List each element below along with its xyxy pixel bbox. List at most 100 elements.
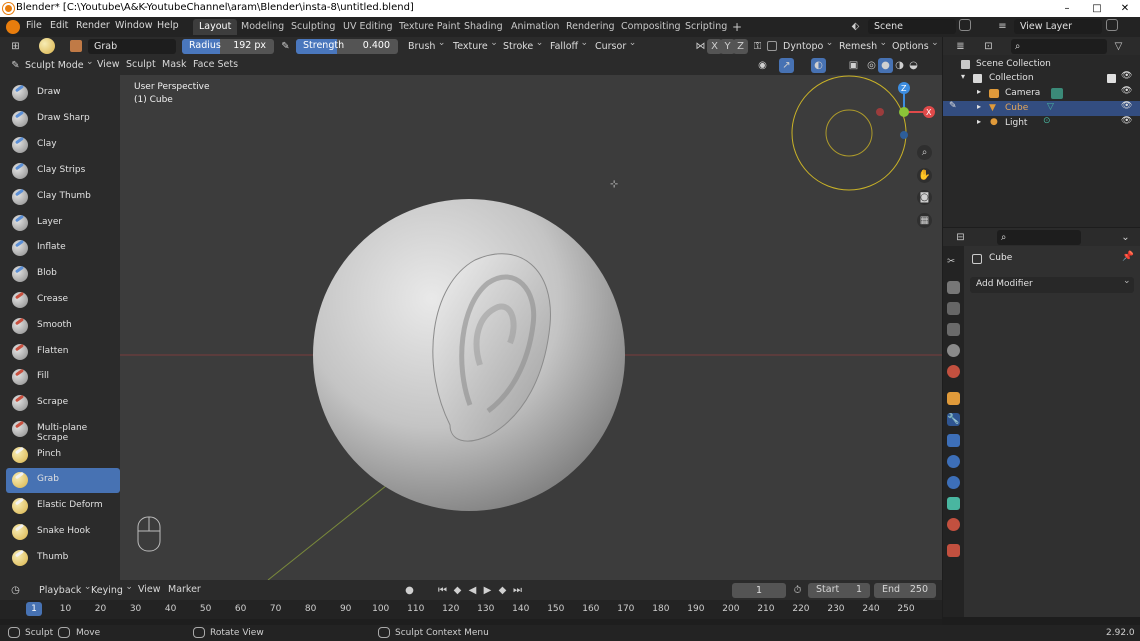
tool-elastic-deform[interactable]: Elastic Deform (6, 494, 120, 519)
tab-texture-paint[interactable]: Texture Paint (393, 19, 466, 35)
gizmo-toggle-icon[interactable]: ↗ (779, 58, 794, 73)
menu-edit[interactable]: Edit (50, 20, 68, 31)
tool-draw-sharp[interactable]: Draw Sharp (6, 107, 120, 132)
timeline-ruler[interactable]: 1 10 20 30 40 50 60 70 80 90 100 110 120 130 140 150 160… (0, 600, 942, 619)
tool-crease[interactable]: Crease (6, 288, 120, 313)
view-layer-tab-icon[interactable] (947, 323, 960, 336)
radius-slider[interactable]: Radius 192 px (182, 39, 274, 54)
tab-modeling[interactable]: Modeling (235, 19, 290, 35)
material-shading-icon[interactable]: ◑ (892, 58, 907, 73)
properties-search-input[interactable]: ⌕ (997, 230, 1081, 245)
minimize-button[interactable]: – (1052, 0, 1082, 17)
record-icon[interactable]: ● (402, 583, 417, 598)
falloff-dropdown[interactable]: Falloff (550, 36, 588, 54)
camera-view-icon[interactable]: ◙ (917, 190, 932, 205)
play-reverse-icon[interactable]: ◀ (465, 583, 480, 598)
outliner-row-collection[interactable]: ▾ Collection 👁 (943, 71, 1140, 86)
outliner-row-cube[interactable]: ✎ ▸ ▼ Cube ▽ 👁 (943, 101, 1140, 116)
tool-clay[interactable]: Clay (6, 133, 120, 158)
tool-fill[interactable]: Fill (6, 365, 120, 390)
zoom-icon[interactable]: ⌕ (917, 145, 932, 160)
outliner-row-scene-collection[interactable]: Scene Collection (943, 57, 1140, 72)
pan-hand-icon[interactable]: ✋ (917, 168, 932, 183)
play-icon[interactable]: ▶ (480, 583, 495, 598)
output-tab-icon[interactable] (947, 302, 960, 315)
viewport-canvas[interactable]: ⊹ Z X (120, 75, 942, 580)
viewport-menu-face-sets[interactable]: Face Sets (193, 59, 238, 70)
current-frame-field[interactable]: 1 (732, 583, 786, 598)
tool-thumb[interactable]: Thumb (6, 546, 120, 571)
filter-icon[interactable]: ▽ (1111, 39, 1126, 54)
properties-editor-icon[interactable]: ⊟ (953, 230, 968, 245)
close-window-button[interactable]: ✕ (1110, 0, 1140, 17)
gizmo-neg-x-handle[interactable] (876, 108, 884, 116)
tab-sculpting[interactable]: Sculpting (285, 19, 341, 35)
menu-render[interactable]: Render (76, 20, 110, 31)
prev-keyframe-icon[interactable]: ◆ (450, 583, 465, 598)
camera-visibility-icon[interactable]: 👁 (1121, 86, 1132, 96)
gizmo-neg-z-handle[interactable] (900, 131, 908, 139)
display-mode-icon[interactable]: ⊡ (981, 39, 996, 54)
outliner-row-light[interactable]: ▸ ● Light ⊙ 👁 (943, 116, 1140, 131)
expand-camera-icon[interactable]: ▸ (977, 87, 981, 96)
timeline-editor-icon[interactable]: ◷ (8, 583, 23, 598)
cursor-dropdown[interactable]: Cursor (595, 36, 636, 54)
mirror-z-button[interactable]: Z (733, 39, 748, 54)
cube-visibility-icon[interactable]: 👁 (1121, 101, 1132, 111)
scene-name-field[interactable]: Scene (868, 19, 956, 34)
viewport-menu-view[interactable]: View (97, 59, 120, 70)
add-workspace-button[interactable]: + (726, 19, 748, 35)
outliner-row-camera[interactable]: ▸ Camera 👁 (943, 86, 1140, 101)
start-frame-field[interactable]: Start 1 (808, 583, 870, 598)
mode-dropdown[interactable]: Sculpt Mode (25, 55, 94, 73)
tool-inflate[interactable]: Inflate (6, 236, 120, 261)
solid-shading-icon[interactable]: ● (878, 58, 893, 73)
next-keyframe-icon[interactable]: ◆ (495, 583, 510, 598)
stopwatch-icon[interactable]: ⏱ (790, 583, 805, 598)
new-view-layer-icon[interactable] (1106, 19, 1118, 31)
strength-slider[interactable]: Strength 0.400 (296, 39, 398, 54)
tab-shading[interactable]: Shading (458, 19, 509, 35)
tool-grab[interactable]: Grab (6, 468, 120, 493)
tab-layout[interactable]: Layout (193, 19, 238, 35)
maximize-button[interactable]: □ (1082, 0, 1112, 17)
dyntopo-dropdown[interactable]: Dyntopo (783, 36, 834, 54)
new-scene-icon[interactable] (959, 19, 971, 31)
texture-dropdown[interactable]: Texture (453, 36, 498, 54)
xray-icon[interactable]: ▣ (846, 58, 861, 73)
view-layer-icon[interactable]: ≡ (995, 19, 1010, 34)
tool-smooth[interactable]: Smooth (6, 314, 120, 339)
blender-menu-icon[interactable] (6, 20, 20, 34)
remesh-dropdown[interactable]: Remesh (839, 36, 887, 54)
timeline-menu-keying[interactable]: Keying (91, 580, 133, 598)
material-tab-icon[interactable] (947, 518, 960, 531)
jump-end-icon[interactable]: ⏭ (510, 583, 525, 598)
viewport-menu-sculpt[interactable]: Sculpt (126, 59, 156, 70)
menu-help[interactable]: Help (157, 20, 179, 31)
viewport-menu-mask[interactable]: Mask (162, 59, 186, 70)
timeline-menu-playback[interactable]: Playback (39, 580, 92, 598)
physics-tab-icon[interactable] (947, 455, 960, 468)
end-frame-field[interactable]: End 250 (874, 583, 936, 598)
object-tab-icon[interactable] (947, 392, 960, 405)
brush-dropdown[interactable]: Brush (408, 36, 446, 54)
lock-icon[interactable]: ⚿ (750, 39, 765, 54)
brush-preview-icon[interactable] (39, 38, 55, 54)
menu-file[interactable]: File (26, 20, 42, 31)
properties-options-icon[interactable]: ⌄ (1118, 230, 1133, 245)
expand-light-icon[interactable]: ▸ (977, 117, 981, 126)
scene-tab-icon[interactable] (947, 344, 960, 357)
collection-visibility-icon[interactable]: 👁 (1121, 71, 1132, 81)
tab-rendering[interactable]: Rendering (560, 19, 621, 35)
expand-collection-icon[interactable]: ▾ (961, 72, 965, 81)
brush-name-field[interactable]: Grab (88, 39, 176, 54)
expand-cube-icon[interactable]: ▸ (977, 102, 981, 111)
timeline-menu-marker[interactable]: Marker (168, 584, 201, 595)
tool-clay-thumb[interactable]: Clay Thumb (6, 185, 120, 210)
tool-tab-icon[interactable]: ✂ (947, 256, 960, 269)
ortho-grid-icon[interactable]: ▦ (917, 213, 932, 228)
collection-exclude-checkbox[interactable] (1107, 74, 1116, 83)
outliner-search-input[interactable]: ⌕ (1011, 39, 1107, 54)
outliner-editor-icon[interactable]: ≣ (953, 39, 968, 54)
tool-multi-plane-scrape[interactable]: Multi-plane Scrape (6, 417, 120, 443)
